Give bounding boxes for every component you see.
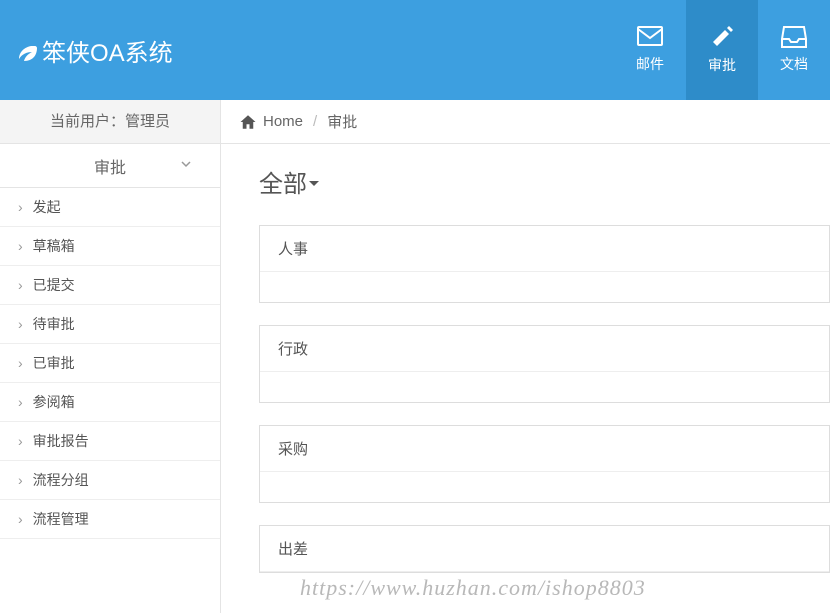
chevron-right-icon: ›: [18, 472, 23, 488]
chevron-right-icon: ›: [18, 355, 23, 371]
top-nav: 邮件 审批 文档: [614, 0, 830, 100]
edit-icon: [710, 25, 734, 49]
nav-label: 审批: [708, 55, 736, 75]
sidebar-menu-header[interactable]: 审批: [0, 144, 220, 188]
caret-down-icon: [309, 168, 319, 196]
chevron-right-icon: ›: [18, 394, 23, 410]
page-title-dropdown[interactable]: 全部: [259, 164, 830, 199]
app-logo: 笨侠OA系统: [14, 33, 173, 68]
sidebar-item-pending[interactable]: ›待审批: [0, 305, 220, 344]
chevron-right-icon: ›: [18, 511, 23, 527]
section-title: 采购: [260, 426, 829, 472]
sidebar: 当前用户：管理员 审批 ›发起 ›草稿箱 ›已提交 ›待审批 ›已审批 ›参阅箱…: [0, 100, 221, 613]
nav-label: 邮件: [636, 54, 664, 74]
sidebar-item-flow-group[interactable]: ›流程分组: [0, 461, 220, 500]
sidebar-item-submitted[interactable]: ›已提交: [0, 266, 220, 305]
nav-document[interactable]: 文档: [758, 0, 830, 100]
chevron-right-icon: ›: [18, 316, 23, 332]
breadcrumb-sep: /: [313, 113, 317, 130]
section-purchase[interactable]: 采购: [259, 425, 830, 503]
inbox-icon: [781, 26, 807, 48]
current-user: 当前用户：管理员: [0, 100, 220, 144]
sidebar-item-reference[interactable]: ›参阅箱: [0, 383, 220, 422]
app-title: 笨侠OA系统: [42, 33, 173, 68]
chevron-right-icon: ›: [18, 433, 23, 449]
content: Home / 审批 全部 人事 行政 采购: [221, 100, 830, 613]
sidebar-item-drafts[interactable]: ›草稿箱: [0, 227, 220, 266]
chevron-down-icon: [180, 157, 192, 175]
sidebar-item-flow-mgmt[interactable]: ›流程管理: [0, 500, 220, 539]
section-hr[interactable]: 人事: [259, 225, 830, 303]
section-admin[interactable]: 行政: [259, 325, 830, 403]
chevron-right-icon: ›: [18, 238, 23, 254]
sidebar-item-approved[interactable]: ›已审批: [0, 344, 220, 383]
section-travel[interactable]: 出差: [259, 525, 830, 573]
nav-label: 文档: [780, 54, 808, 74]
mail-icon: [637, 26, 663, 48]
nav-approval[interactable]: 审批: [686, 0, 758, 100]
section-title: 出差: [260, 526, 829, 572]
app-header: 笨侠OA系统 邮件 审批 文档: [0, 0, 830, 100]
leaf-icon: [14, 38, 38, 62]
sidebar-item-initiate[interactable]: ›发起: [0, 188, 220, 227]
sidebar-menu: ›发起 ›草稿箱 ›已提交 ›待审批 ›已审批 ›参阅箱 ›审批报告 ›流程分组…: [0, 188, 220, 539]
nav-mail[interactable]: 邮件: [614, 0, 686, 100]
section-title: 行政: [260, 326, 829, 372]
section-title: 人事: [260, 226, 829, 272]
breadcrumb-home[interactable]: Home: [263, 113, 303, 130]
chevron-right-icon: ›: [18, 199, 23, 215]
chevron-right-icon: ›: [18, 277, 23, 293]
sidebar-item-report[interactable]: ›审批报告: [0, 422, 220, 461]
breadcrumb-current: 审批: [327, 111, 357, 132]
breadcrumb: Home / 审批: [221, 100, 830, 144]
menu-title: 审批: [94, 154, 126, 178]
home-icon: [239, 113, 257, 131]
